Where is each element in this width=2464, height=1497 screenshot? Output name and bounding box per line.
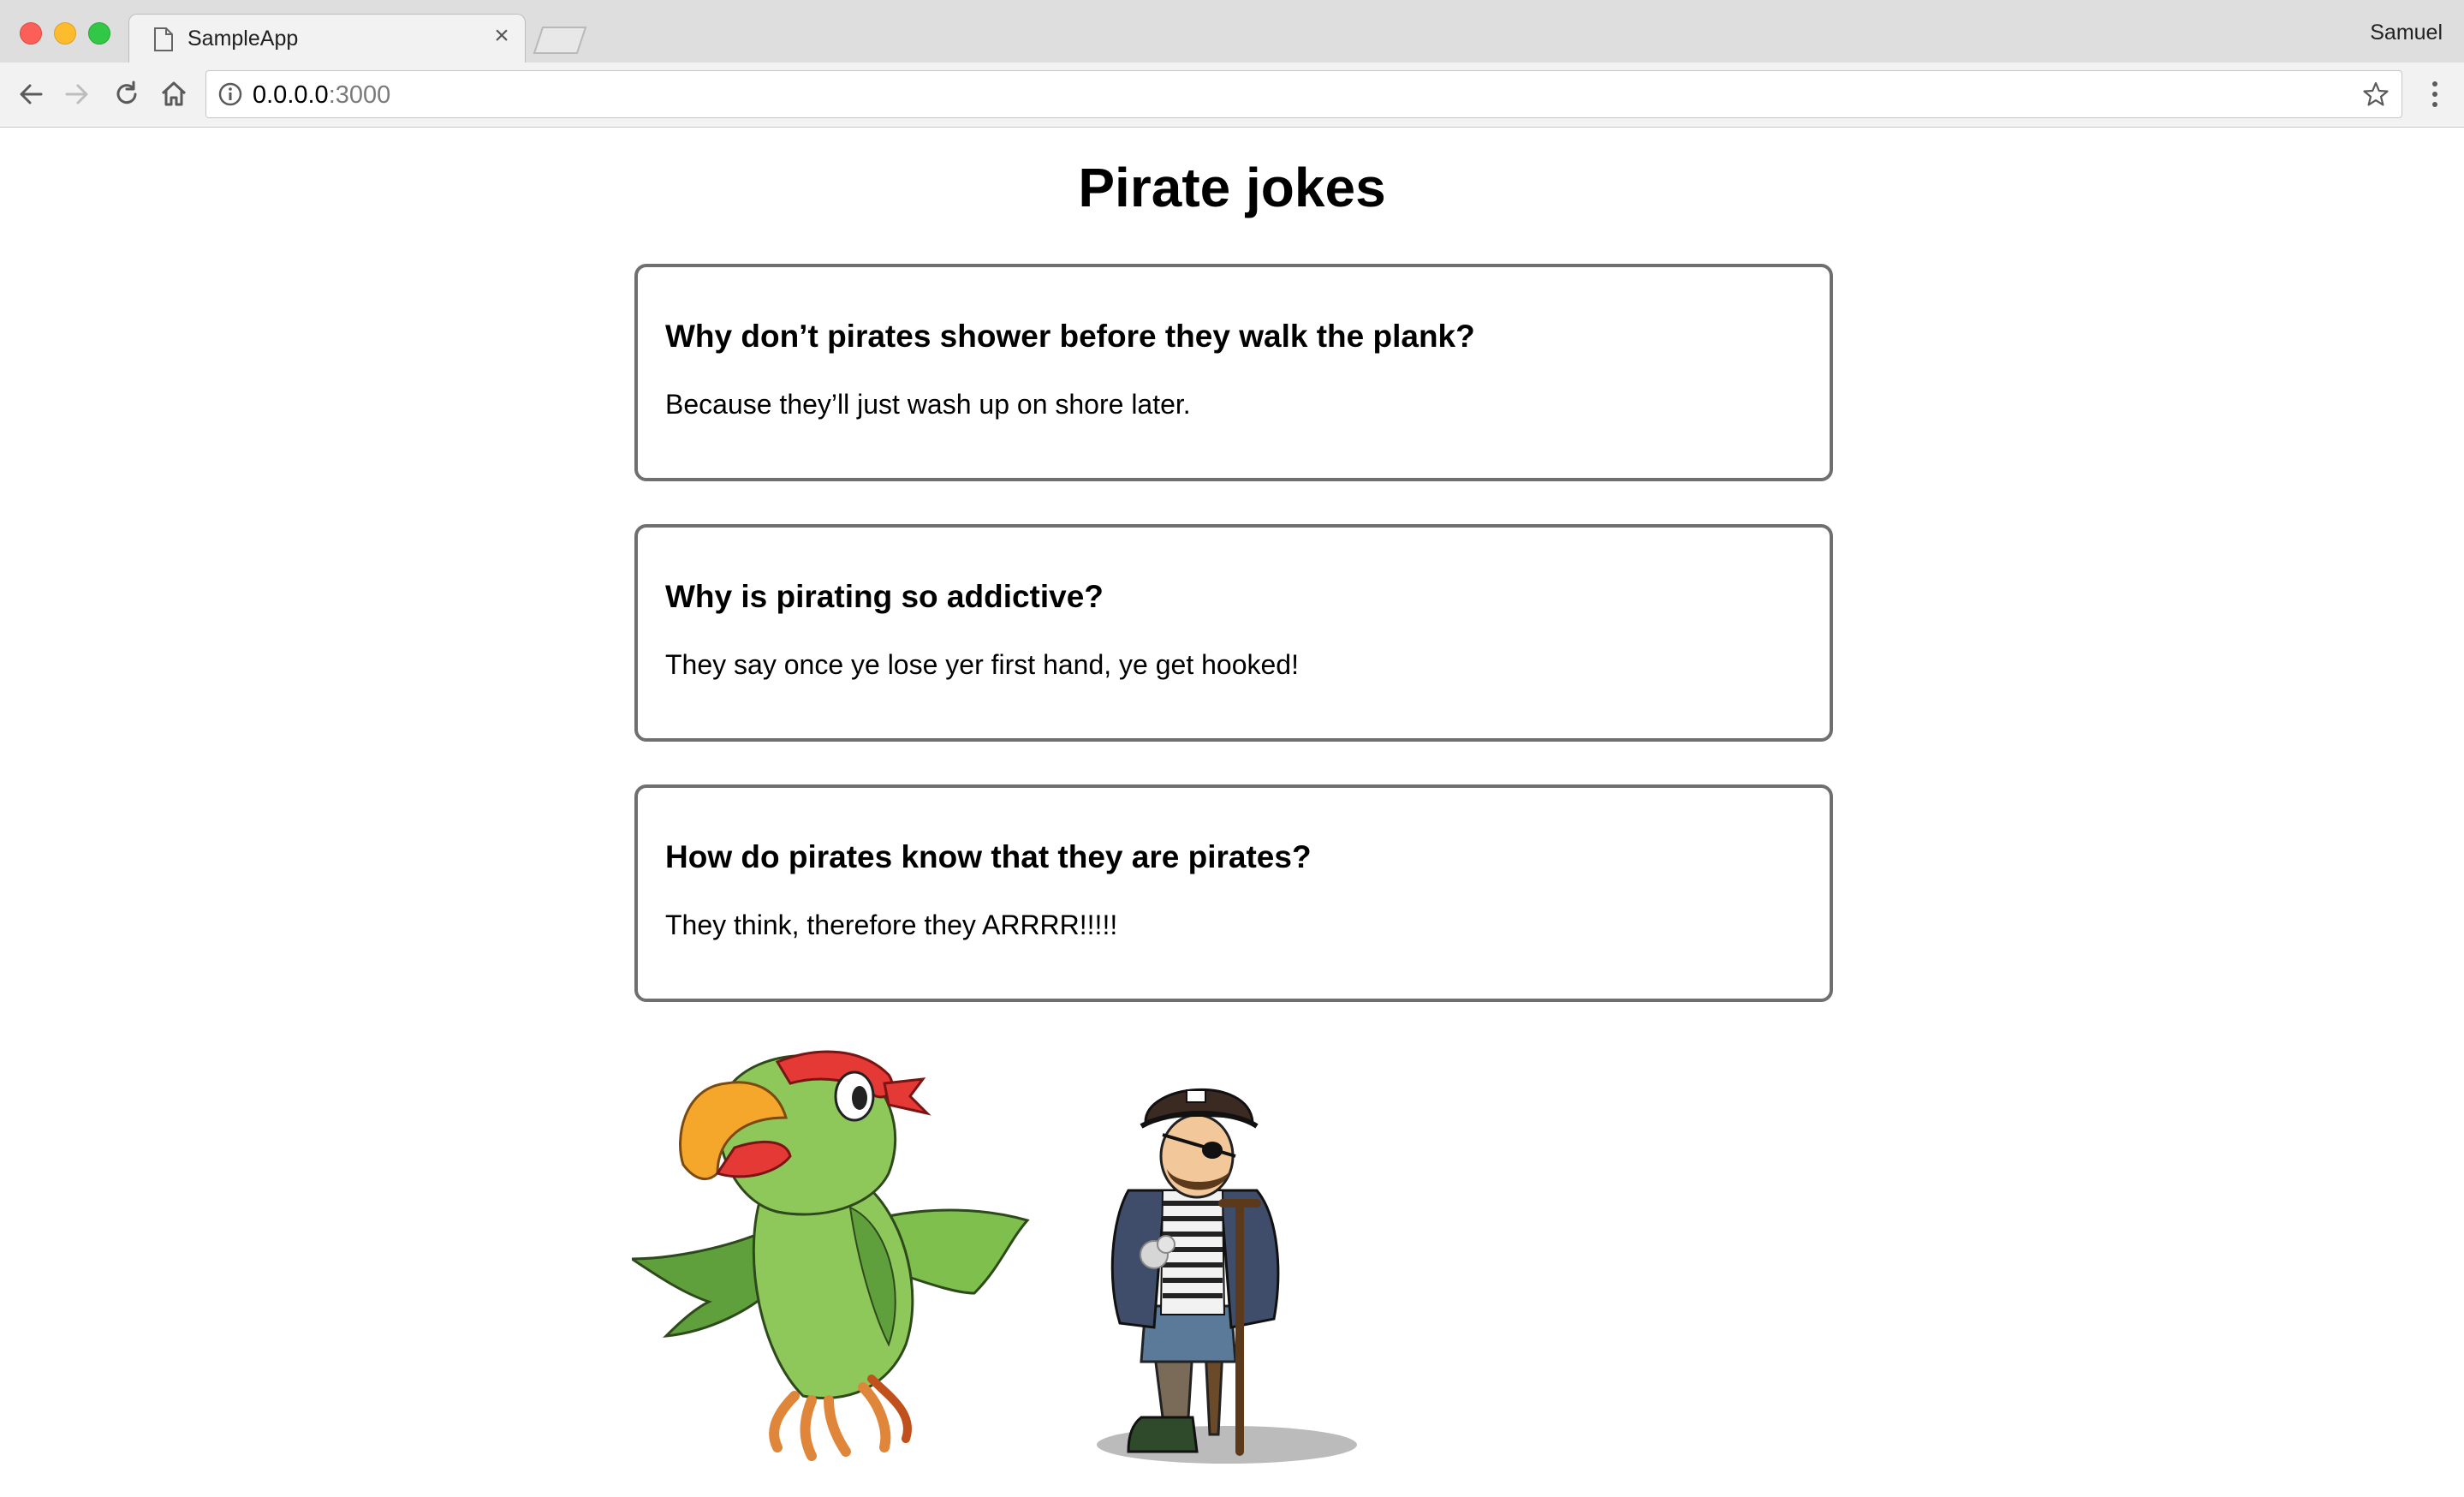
pirate-illustration	[1097, 1088, 1357, 1464]
minimize-window-button[interactable]	[54, 22, 76, 45]
reload-icon	[116, 81, 137, 104]
joke-question: Why don’t pirates shower before they wal…	[665, 319, 1475, 354]
parrot-illustration	[632, 1050, 1030, 1461]
joke-question: Why is pirating so addictive?	[665, 579, 1104, 614]
url-text[interactable]: 0.0.0.0:3000	[253, 81, 390, 110]
home-icon	[161, 81, 187, 106]
joke-answer: They think, therefore they ARRRR!!!!!	[665, 910, 1118, 940]
forward-arrow-icon	[65, 84, 88, 104]
joke-card: Why is pirating so addictive? They say o…	[634, 524, 1833, 742]
joke-card: How do pirates know that they are pirate…	[634, 784, 1833, 1002]
bookmark-star-icon[interactable]	[2362, 81, 2390, 108]
browser-tab[interactable]: SampleApp ×	[128, 14, 526, 64]
close-window-button[interactable]	[20, 22, 42, 45]
joke-card: Why don’t pirates shower before they wal…	[634, 264, 1833, 481]
new-tab-button[interactable]	[533, 26, 587, 55]
tab-title: SampleApp	[187, 27, 299, 51]
reload-button[interactable]	[111, 79, 142, 110]
joke-answer: They say once ye lose yer first hand, ye…	[665, 649, 1299, 680]
joke-answer: Because they’ll just wash up on shore la…	[665, 389, 1191, 420]
joke-question: How do pirates know that they are pirate…	[665, 839, 1312, 874]
back-button[interactable]	[15, 79, 46, 110]
maximize-window-button[interactable]	[88, 22, 110, 45]
page-title: Pirate jokes	[1078, 157, 1386, 218]
home-button[interactable]	[158, 79, 189, 110]
url-port: :3000	[328, 81, 391, 109]
browser-titlebar: SampleApp × Samuel	[0, 0, 2464, 64]
document-icon	[154, 27, 173, 51]
close-tab-icon[interactable]: ×	[489, 21, 515, 50]
info-icon[interactable]	[218, 82, 242, 106]
forward-button[interactable]	[62, 79, 92, 110]
browser-menu-icon[interactable]	[2430, 79, 2440, 110]
profile-name[interactable]: Samuel	[2370, 21, 2443, 45]
browser-toolbar: 0.0.0.0:3000	[0, 63, 2464, 128]
url-host: 0.0.0.0	[253, 81, 329, 109]
back-arrow-icon	[20, 84, 43, 104]
address-bar[interactable]: 0.0.0.0:3000	[205, 70, 2402, 118]
